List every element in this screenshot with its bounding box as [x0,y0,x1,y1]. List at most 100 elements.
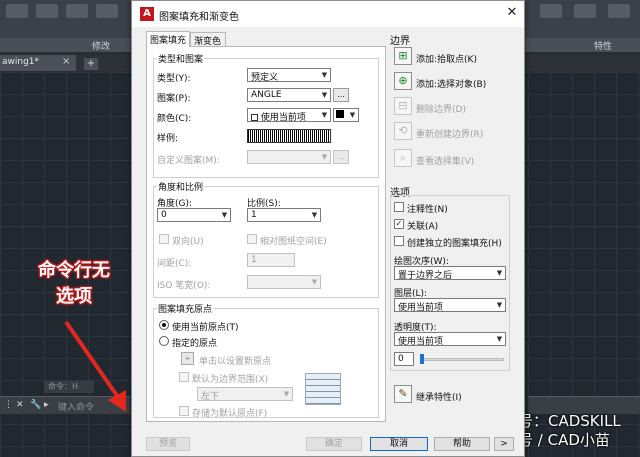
autocad-logo-icon: A [140,7,154,21]
remove-boundary-button[interactable]: 删除边界(D) [416,102,466,115]
panel-modify-label[interactable]: 修改 [92,39,110,52]
recreate-boundary-button[interactable]: 重新创建边界(R) [416,127,483,140]
black-swatch-icon [336,110,344,118]
layer-value: 使用当前项 [398,303,444,312]
transparency-slider-thumb[interactable] [420,354,424,364]
chevron-down-icon: ▼ [496,269,503,277]
panel-properties-label[interactable]: 特性 [594,39,612,52]
tab-hatch[interactable]: 图案填充 [146,31,190,47]
close-button[interactable]: ✕ [504,5,520,21]
scale-select[interactable]: 1 ▼ [247,208,321,222]
annotative-checkbox[interactable] [394,202,404,212]
double-checkbox[interactable] [159,234,169,244]
preview-button[interactable]: 预览 [146,437,190,451]
add-select-objects-button[interactable]: 添加:选择对象(B) [416,77,486,90]
color-swatch-icon [251,114,258,121]
transparency-select[interactable]: 使用当前项 ▼ [394,332,506,346]
color-select[interactable]: 使用当前项 ▼ [247,108,331,122]
remove-boundary-icon[interactable]: ⊟ [394,97,412,115]
annotation-line: 命令行无 [38,260,110,281]
title-bar: A 图案填充和渐变色 ✕ [132,1,524,27]
drawing-tab[interactable]: awing1* × [0,55,76,71]
type-label: 类型(Y): [157,74,191,84]
color-value: 使用当前项 [260,113,306,122]
type-select[interactable]: 预定义 ▼ [247,68,331,82]
pattern-select[interactable]: ANGLE ▼ [247,88,331,102]
pick-origin-icon[interactable]: ⌖ [181,352,194,365]
associative-checkbox[interactable]: ✓ [394,219,404,229]
separate-hatches-checkbox[interactable] [394,236,404,246]
ok-button[interactable]: 确定 [306,437,362,451]
ribbon-tool[interactable] [6,4,28,18]
recreate-boundary-icon[interactable]: ⟲ [394,122,412,140]
pattern-sample[interactable] [247,129,331,143]
add-pick-point-button[interactable]: 添加:拾取点(K) [416,52,477,65]
origin-preview-icon [305,373,341,405]
close-icon[interactable]: × [62,56,70,67]
view-selection-button[interactable]: 查看选择集(V) [416,154,474,167]
associative-label: 关联(A) [407,222,439,232]
ribbon-tool[interactable] [36,4,58,18]
iso-pen-select[interactable]: ▼ [247,275,321,289]
inherit-brush-icon[interactable]: ✎ [394,385,412,403]
ribbon-tool[interactable] [540,4,562,18]
iso-pen-label: ISO 笔宽(O): [157,281,211,291]
annotation-line: 选项 [56,286,92,307]
ribbon-tool[interactable] [96,4,118,18]
click-set-origin-label: 单击以设置新原点 [199,357,272,367]
transparency-slider[interactable] [420,358,504,361]
wrench-icon[interactable]: 🔧 [30,400,41,411]
tab-gradient[interactable]: 渐变色 [190,32,226,47]
ribbon-tool[interactable] [574,4,596,18]
hatch-dialog: A 图案填充和渐变色 ✕ 图案填充 渐变色 类型和图案 类型(Y): 预定义 ▼… [131,0,525,457]
prompt-icon[interactable]: ▸ [44,400,54,411]
help-button[interactable]: 帮助 [434,437,490,451]
relative-paper-checkbox[interactable] [247,234,257,244]
pattern-browse-button[interactable]: ... [333,88,349,102]
chevron-down-icon: ▼ [221,211,228,219]
color-label: 颜色(C): [157,114,192,124]
store-default-label: 存储为默认原点(F) [192,409,268,419]
transparency-input[interactable]: 0 [394,352,414,366]
specified-origin-radio[interactable] [159,336,169,346]
new-tab-button[interactable]: + [84,58,98,70]
layer-select[interactable]: 使用当前项 ▼ [394,298,506,312]
ribbon-tool[interactable] [608,4,630,18]
group-title: 图案填充原点 [157,302,214,315]
draw-order-select[interactable]: 置于边界之后 ▼ [394,266,506,280]
specified-origin-label: 指定的原点 [172,339,218,349]
use-current-origin-label: 使用当前原点(T) [172,323,239,333]
add-pick-point-icon[interactable]: ⊞ [394,47,412,65]
pattern-value: ANGLE [251,90,282,100]
hatch-tab-page: 类型和图案 类型(Y): 预定义 ▼ 图案(P): ANGLE ▼ ... 颜色… [146,46,386,422]
draw-order-value: 置于边界之后 [398,271,453,280]
group-title: 角度和比例 [157,180,205,193]
sample-label: 样例: [157,134,179,144]
grip-icon[interactable]: ⋮ [4,400,14,411]
dialog-title: 图案填充和渐变色 [159,12,239,23]
chevron-down-icon: ▼ [321,71,328,79]
close-icon[interactable]: ✕ [16,400,26,411]
pattern-label: 图案(P): [157,94,191,104]
cancel-button[interactable]: 取消 [370,437,428,451]
ribbon-tool[interactable] [66,4,88,18]
default-extent-label: 默认为边界范围(X) [192,375,269,385]
chevron-down-icon: ▼ [321,153,328,161]
add-select-objects-icon[interactable]: ⊕ [394,72,412,90]
expand-button[interactable]: > [494,437,514,451]
background-color-select[interactable]: ▼ [333,108,359,122]
chevron-down-icon: ▼ [311,278,318,286]
spacing-input[interactable]: 1 [247,253,295,267]
chevron-down-icon: ▼ [311,211,318,219]
use-current-origin-radio[interactable] [159,320,169,330]
inherit-properties-button[interactable]: 继承特性(I) [416,390,462,403]
default-extent-checkbox[interactable] [179,372,189,382]
red-arrow-icon [64,320,126,412]
angle-select[interactable]: 0 ▼ [157,208,231,222]
store-default-checkbox[interactable] [179,406,189,416]
origin-position-select[interactable]: 左下 ▼ [197,387,293,401]
custom-pattern-select[interactable]: ▼ [247,150,331,164]
magnifier-icon[interactable]: ⌕ [394,149,412,167]
chevron-down-icon: ▼ [496,301,503,309]
custom-browse-button[interactable]: ... [333,150,349,164]
